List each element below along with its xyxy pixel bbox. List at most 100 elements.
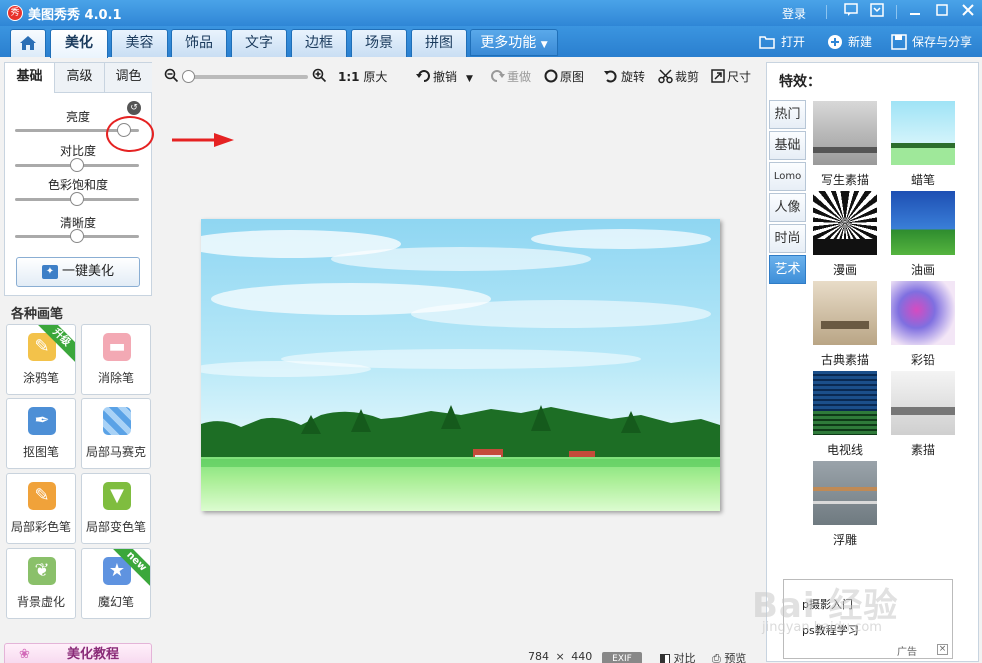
maximize-icon[interactable] <box>933 3 951 21</box>
open-button[interactable]: 打开 <box>759 32 805 52</box>
category-portrait[interactable]: 人像 <box>769 193 806 222</box>
effect-label: 电视线 <box>826 443 863 457</box>
subtab-basic[interactable]: 基础 <box>5 63 55 93</box>
zoom-in-icon[interactable] <box>312 68 328 86</box>
category-fashion[interactable]: 时尚 <box>769 224 806 253</box>
subtab-color[interactable]: 调色 <box>105 63 152 93</box>
image-width: 784 <box>528 650 549 663</box>
zoom-slider-knob[interactable] <box>182 70 195 83</box>
minimize-icon[interactable] <box>906 3 924 21</box>
zoom-slider-track[interactable] <box>186 75 308 79</box>
tab-text[interactable]: 文字 <box>231 29 287 57</box>
effect-emboss[interactable]: 浮雕 <box>813 461 877 547</box>
tab-frame[interactable]: 边框 <box>291 29 347 57</box>
basic-adjust-panel: 基础 高级 调色 ↺ 亮度 对比度 色彩饱和度 清晰度 ✦ 一键美化 <box>4 62 154 296</box>
preview-label: 预览 <box>724 652 747 663</box>
close-icon[interactable] <box>959 3 977 21</box>
cutout-brush-button[interactable]: ✒ 抠图笔 <box>6 398 76 469</box>
tab-more-features[interactable]: 更多功能 ▼ <box>470 29 558 56</box>
effect-thumbnail <box>891 101 955 165</box>
effect-comic[interactable]: 漫画 <box>813 191 877 277</box>
leaf-blur-icon: ❦ <box>28 557 56 585</box>
doodle-brush-button[interactable]: ✎ 涂鸦笔 升级 <box>6 324 76 395</box>
tab-beauty[interactable]: 美容 <box>111 29 168 57</box>
save-share-label: 保存与分享 <box>912 35 973 49</box>
original-size-button[interactable]: 1:1 原大 <box>338 68 387 86</box>
folder-icon <box>759 34 776 50</box>
beautify-tutorial-button[interactable]: ❀ 美化教程 <box>4 643 152 663</box>
rotate-icon <box>604 69 619 84</box>
skin-icon[interactable] <box>868 3 886 21</box>
title-separator <box>826 5 827 19</box>
feedback-icon[interactable] <box>842 3 860 21</box>
effect-label: 素描 <box>910 443 935 457</box>
app-logo-icon: 秀 <box>7 5 23 21</box>
tab-beautify[interactable]: 美化 <box>50 29 108 58</box>
baidu-watermark-url: jingyan.baidu.com <box>762 620 882 635</box>
rotate-button[interactable]: 旋转 <box>604 68 645 86</box>
edit-toolbar: 1:1 原大 撤销 ▼ 重做 原图 旋转 裁剪 尺寸 <box>160 62 764 90</box>
sharpness-knob[interactable] <box>70 229 84 243</box>
original-button[interactable]: 原图 <box>543 68 584 86</box>
category-hot[interactable]: 热门 <box>769 100 806 129</box>
new-button[interactable]: 新建 <box>826 32 872 52</box>
effect-thumbnail <box>891 191 955 255</box>
magic-brush-button[interactable]: ★ 魔幻笔 new <box>81 548 151 619</box>
zoom-out-icon[interactable] <box>164 68 180 86</box>
photo-canvas[interactable] <box>201 219 720 511</box>
effect-sketch[interactable]: 写生素描 <box>813 101 877 187</box>
partial-recolor-brush-button[interactable]: ▼ 局部变色笔 <box>81 473 151 544</box>
effects-panel: 特效： 热门 基础 Lomo 人像 时尚 艺术 写生素描 蜡笔 漫画 油画 古典… <box>766 62 979 662</box>
tab-more-label: 更多功能 <box>480 35 537 51</box>
undo-button[interactable]: 撤销 <box>416 68 457 86</box>
category-art[interactable]: 艺术 <box>769 255 806 284</box>
tutorial-label: 美化教程 <box>67 647 120 662</box>
tab-scene[interactable]: 场景 <box>351 29 407 57</box>
resize-button[interactable]: 尺寸 <box>710 68 751 86</box>
redo-icon <box>490 69 505 84</box>
brush-label: 局部马赛克 <box>85 445 146 459</box>
effect-pencil-sketch[interactable]: 素描 <box>891 371 955 457</box>
eraser-icon: ▬ <box>103 333 131 361</box>
highlight-circle-annotation <box>106 116 154 152</box>
brush-label: 魔幻笔 <box>97 595 134 609</box>
brushes-header: 各种画笔 <box>11 307 64 322</box>
one-key-beautify-button[interactable]: ✦ 一键美化 <box>16 257 140 287</box>
app-title: 美图秀秀 4.0.1 <box>28 8 122 23</box>
exif-button[interactable]: EXIF <box>602 652 642 663</box>
home-tab[interactable] <box>10 29 46 57</box>
redo-button[interactable]: 重做 <box>490 68 531 86</box>
times-sign: × <box>555 650 565 663</box>
crop-button[interactable]: 裁剪 <box>658 68 699 86</box>
tab-collage[interactable]: 拼图 <box>411 29 467 57</box>
effect-tv-lines[interactable]: 电视线 <box>813 371 877 457</box>
login-link[interactable]: 登录 <box>782 5 806 22</box>
saturation-knob[interactable] <box>70 192 84 206</box>
subtab-advanced[interactable]: 高级 <box>55 63 105 93</box>
compare-button[interactable]: 对比 <box>660 650 696 663</box>
brush-label: 背景虚化 <box>16 595 65 609</box>
preview-button[interactable]: ⎙ 预览 <box>712 650 746 663</box>
eraser-brush-button[interactable]: ▬ 消除笔 <box>81 324 151 395</box>
contrast-knob[interactable] <box>70 158 84 172</box>
effect-oil-painting[interactable]: 油画 <box>891 191 955 277</box>
effect-classic-sketch[interactable]: 古典素描 <box>813 281 877 367</box>
brush-label: 涂鸦笔 <box>22 371 59 385</box>
tab-accessories[interactable]: 饰品 <box>171 29 227 57</box>
effect-crayon[interactable]: 蜡笔 <box>891 101 955 187</box>
compare-label: 对比 <box>673 652 696 663</box>
effect-thumbnail <box>813 371 877 435</box>
background-blur-button[interactable]: ❦ 背景虚化 <box>6 548 76 619</box>
save-share-button[interactable]: 保存与分享 <box>890 32 972 52</box>
category-lomo[interactable]: Lomo <box>769 162 806 191</box>
undo-dropdown-icon[interactable]: ▼ <box>466 68 473 86</box>
category-basic[interactable]: 基础 <box>769 131 806 160</box>
ad-close-icon[interactable]: × <box>937 644 948 655</box>
effect-label: 写生素描 <box>820 173 869 187</box>
effect-color-pencil[interactable]: 彩铅 <box>891 281 955 367</box>
partial-color-brush-button[interactable]: ✎ 局部彩色笔 <box>6 473 76 544</box>
pen-nib-icon: ✒ <box>28 407 56 435</box>
preview-icon: ⎙ <box>712 652 721 663</box>
resize-icon <box>710 69 725 84</box>
mosaic-brush-button[interactable]: 局部马赛克 <box>81 398 151 469</box>
